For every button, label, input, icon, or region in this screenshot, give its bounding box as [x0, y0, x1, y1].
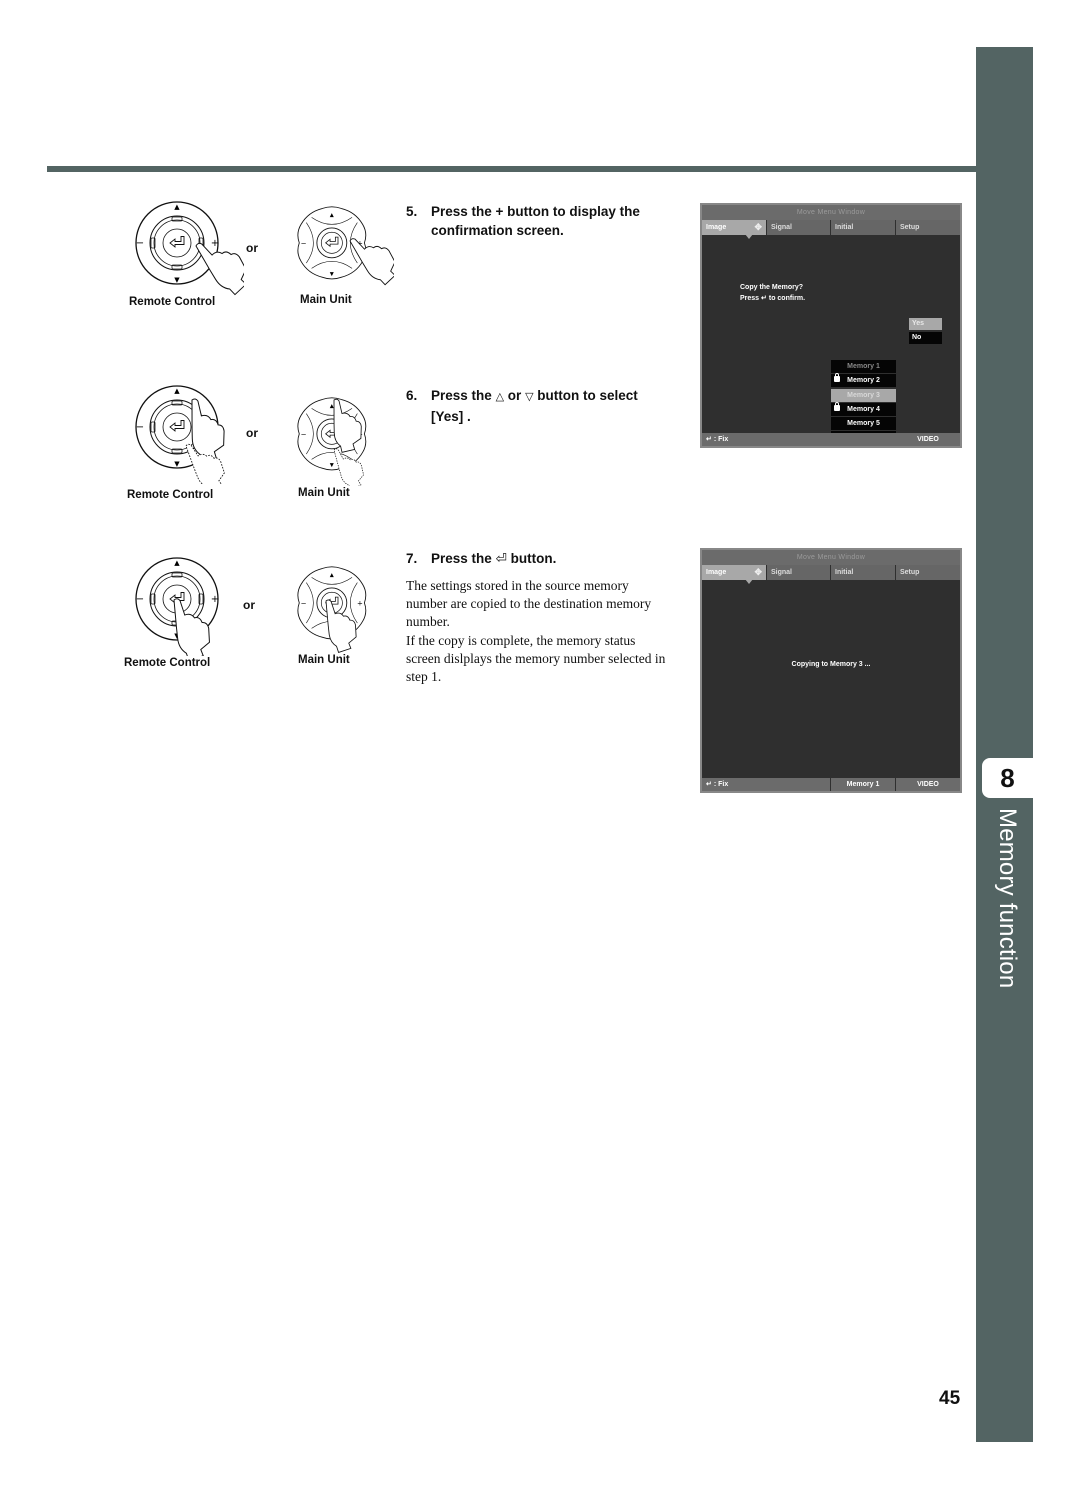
main-unit-dial-step7	[297, 566, 367, 655]
step-number: 6.	[406, 388, 418, 403]
osd-tab-setup[interactable]: Setup	[896, 220, 960, 235]
osd-memory-item[interactable]: Memory 2	[831, 373, 896, 388]
main-unit-dial-step5	[297, 206, 394, 292]
step-number: 7.	[406, 551, 418, 566]
osd-confirm-message: Copy the Memory? Press ↵ to confirm.	[740, 284, 806, 302]
osd-memory-item[interactable]: Memory 1	[831, 360, 896, 373]
remote-control-label: Remote Control	[124, 657, 211, 669]
osd-memory-item[interactable]: Memory 4	[831, 401, 896, 416]
osd-footer-source: VIDEO	[917, 436, 939, 443]
enter-icon: ↵	[706, 781, 712, 788]
osd-tab-image[interactable]: Image ✥	[702, 220, 767, 239]
lock-icon	[834, 373, 840, 383]
step-7-description: The settings stored in the source memory…	[406, 577, 668, 686]
osd-tab-signal[interactable]: Signal	[767, 220, 831, 235]
step-5-heading: 5. Press the + button to display the con…	[406, 202, 676, 240]
osd-memory-item[interactable]: Memory 3	[831, 388, 896, 402]
chapter-side-tab	[976, 47, 1033, 1442]
osd-tabs: Image ✥ Signal Initial Setup	[702, 220, 960, 239]
step-text: or	[507, 388, 522, 403]
paragraph: If the copy is complete, the memory stat…	[406, 632, 666, 685]
osd-option-yes[interactable]: Yes	[909, 318, 942, 330]
paragraph: The settings stored in the source memory…	[406, 578, 652, 630]
remote-control-dial-step6	[135, 385, 232, 484]
remote-control-label: Remote Control	[127, 489, 214, 501]
main-unit-dial-step6	[297, 397, 368, 486]
or-label: or	[243, 598, 255, 612]
chapter-number: 8	[982, 758, 1033, 798]
move-cross-icon: ✥	[754, 567, 762, 577]
lock-icon	[834, 401, 840, 411]
main-unit-label: Main Unit	[298, 654, 350, 666]
osd-tabs: Image ✥ Signal Initial Setup	[702, 565, 960, 584]
osd-tab-initial[interactable]: Initial	[831, 220, 896, 235]
osd-option-no[interactable]: No	[909, 332, 942, 344]
osd-copying-screen: Move Menu Window Image ✥ Signal Initial S…	[700, 548, 962, 793]
step-text: button to select	[537, 388, 638, 403]
osd-copying-message: Copying to Memory 3 ...	[791, 661, 871, 668]
osd-title: Move Menu Window	[702, 205, 960, 220]
remote-control-label: Remote Control	[129, 296, 216, 308]
step-text: Press the + button to display the confir…	[431, 204, 640, 238]
osd-tab-initial[interactable]: Initial	[831, 565, 896, 580]
osd-confirm-screen: Move Menu Window Image ✥ Signal Initial S…	[700, 203, 962, 448]
down-triangle-icon: ▽	[525, 391, 534, 403]
step-text: button.	[510, 551, 557, 566]
chapter-title: Memory function	[994, 808, 1021, 989]
header-rule	[47, 166, 977, 172]
main-unit-label: Main Unit	[300, 294, 352, 306]
enter-icon: ↵	[706, 436, 712, 443]
tab-pointer-icon	[745, 579, 753, 584]
osd-footer-fix: ↵ : Fix	[706, 436, 729, 443]
tab-pointer-icon	[745, 234, 753, 239]
osd-tab-signal[interactable]: Signal	[767, 565, 831, 580]
osd-footer-memory: Memory 1	[831, 778, 896, 791]
up-triangle-icon: △	[495, 391, 505, 403]
osd-title: Move Menu Window	[702, 550, 960, 565]
osd-footer: ↵ : Fix VIDEO	[702, 433, 960, 446]
or-label: or	[246, 241, 258, 255]
enter-icon: ↵	[761, 295, 767, 302]
enter-icon: ⏎	[495, 551, 507, 566]
remote-control-dial-step5	[135, 201, 244, 300]
step-number: 5.	[406, 204, 418, 219]
osd-footer-fix: ↵ : Fix	[702, 778, 831, 791]
step-text: [Yes] .	[431, 409, 471, 424]
remote-control-dial-step7	[135, 557, 220, 656]
or-label: or	[246, 426, 258, 440]
osd-footer-source: VIDEO	[917, 781, 939, 788]
step-text: Press the	[431, 551, 492, 566]
page-number: 45	[939, 1388, 961, 1409]
osd-tab-image[interactable]: Image ✥	[702, 565, 767, 584]
osd-footer: ↵ : Fix Memory 1 VIDEO	[702, 778, 960, 791]
osd-memory-item[interactable]: Memory 5	[831, 417, 896, 431]
step-text: Press the	[431, 388, 492, 403]
step-6-heading: 6. Press the △ or ▽ button to select [Ye…	[406, 386, 676, 426]
step-7-heading: 7. Press the ⏎ button.	[406, 549, 676, 568]
move-cross-icon: ✥	[754, 222, 762, 232]
main-unit-label: Main Unit	[298, 487, 350, 499]
osd-tab-setup[interactable]: Setup	[896, 565, 960, 580]
